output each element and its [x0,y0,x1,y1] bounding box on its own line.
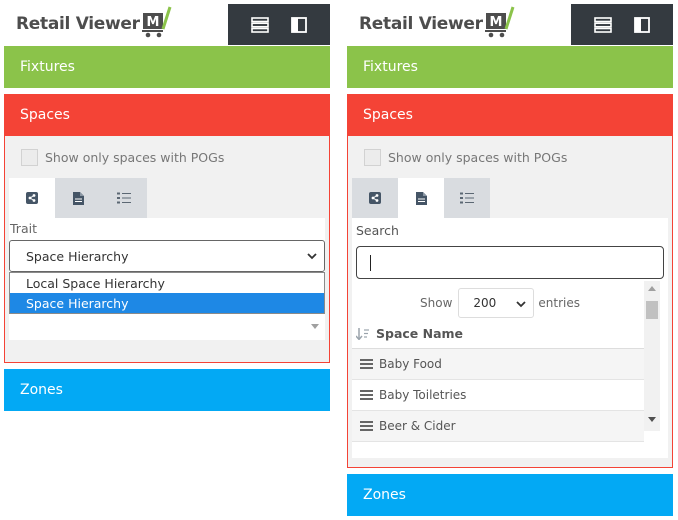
list-view-icon [593,16,612,33]
left-panel: Retail Viewer M Fixtures Spaces Show onl… [4,0,330,411]
fixtures-section-header[interactable]: Fixtures [347,46,673,88]
logo-text: Retail Viewer [16,14,140,34]
table-row[interactable]: Baby Food [352,349,644,380]
tab-document[interactable] [55,178,101,218]
hierarchy-tree-area [9,314,325,340]
scroll-down-arrow-icon[interactable] [311,324,319,330]
pog-filter-row: Show only spaces with POGs [348,136,672,178]
list-view-icon [250,16,269,33]
trait-select-value: Space Hierarchy [26,248,129,264]
chevron-down-icon [307,253,317,260]
spaces-body: Show only spaces with POGs [347,136,673,468]
pog-filter-label: Show only spaces with POGs [388,149,568,165]
text-cursor [370,255,371,271]
spaces-label: Spaces [20,107,70,123]
scroll-down-arrow-icon[interactable] [648,417,656,423]
fixtures-section-header[interactable]: Fixtures [4,46,330,88]
spaces-section-header[interactable]: Spaces [4,94,330,136]
cart-logo-icon: M [484,5,516,44]
page-length-control: Show 200 entries [352,287,668,319]
checklist-icon [460,192,474,204]
spaces-body: Show only spaces with POGs [4,136,330,363]
tab-document[interactable] [398,178,444,218]
trait-dropdown-list: Local Space Hierarchy Space Hierarchy [9,272,325,314]
panel-toggle-icon [290,16,307,33]
trait-option-local[interactable]: Local Space Hierarchy [10,273,324,293]
search-input[interactable] [356,246,664,279]
spaces-tabs [348,178,672,218]
hierarchy-tab-panel: Trait Space Hierarchy Local Space Hierar… [9,218,325,340]
pog-filter-label: Show only spaces with POGs [45,149,225,165]
spaces-tabs [5,178,329,218]
cart-logo-icon: M [141,5,173,44]
table-scrollbar[interactable] [644,281,660,431]
row-space-name: Beer & Cider [379,419,456,433]
tab-checklist[interactable] [101,178,147,218]
sort-icon [356,327,370,340]
list-view-button[interactable] [592,14,614,36]
toolbar [228,4,330,45]
chevron-down-icon [516,301,527,308]
column-header-label: Space Name [376,326,464,341]
panel-toggle-icon [633,16,650,33]
app-logo: Retail Viewer M [16,6,173,42]
spaces-section-header[interactable]: Spaces [347,94,673,136]
list-view-button[interactable] [249,14,271,36]
right-panel: Retail Viewer M Fixtures Spaces Show onl… [347,0,673,516]
trait-option-space[interactable]: Space Hierarchy [10,293,324,313]
document-icon [415,191,427,205]
fixtures-label: Fixtures [20,59,75,75]
drag-handle-icon[interactable] [360,390,373,400]
share-icon [369,192,381,204]
checklist-icon [117,192,131,204]
trait-select[interactable]: Space Hierarchy [9,240,325,272]
entries-select-value: 200 [473,296,497,310]
svg-text:M: M [146,15,159,30]
zones-section-header[interactable]: Zones [347,474,673,516]
row-space-name: Baby Food [379,357,442,371]
row-space-name: Baby Toiletries [379,388,467,402]
spaces-table: Show 200 entries Space Name Baby Food Ba… [352,281,668,447]
svg-text:M: M [489,15,502,30]
entries-label: entries [538,296,580,310]
tab-hierarchy[interactable] [352,178,398,218]
tab-hierarchy[interactable] [9,178,55,218]
table-row[interactable]: Beer & Cider [352,411,644,442]
entries-select[interactable]: 200 [458,288,535,318]
share-icon [26,192,38,204]
pog-filter-row: Show only spaces with POGs [5,136,329,178]
drag-handle-icon[interactable] [360,359,373,369]
tab-checklist[interactable] [444,178,490,218]
scroll-up-arrow-icon[interactable] [648,285,656,291]
drag-handle-icon[interactable] [360,421,373,431]
panel-toggle-button[interactable] [631,14,653,36]
logo-text: Retail Viewer [359,14,483,34]
pog-filter-checkbox[interactable] [21,148,38,166]
zones-label: Zones [363,487,406,503]
fixtures-label: Fixtures [363,59,418,75]
app-logo: Retail Viewer M [359,6,516,42]
document-tab-panel: Search Show 200 entries Space Name Baby … [352,218,668,458]
top-bar: Retail Viewer M [4,0,330,46]
toolbar [571,4,673,45]
scrollbar-thumb[interactable] [646,301,658,319]
zones-section-header[interactable]: Zones [4,369,330,411]
document-icon [72,191,84,205]
trait-label: Trait [10,221,37,236]
panel-toggle-button[interactable] [288,14,310,36]
top-bar: Retail Viewer M [347,0,673,46]
spaces-label: Spaces [363,107,413,123]
pog-filter-checkbox[interactable] [364,148,381,166]
zones-label: Zones [20,382,63,398]
table-row[interactable]: Baby Toiletries [352,380,644,411]
search-label: Search [356,223,399,238]
show-label: Show [420,296,453,310]
column-header-space-name[interactable]: Space Name [352,319,644,349]
